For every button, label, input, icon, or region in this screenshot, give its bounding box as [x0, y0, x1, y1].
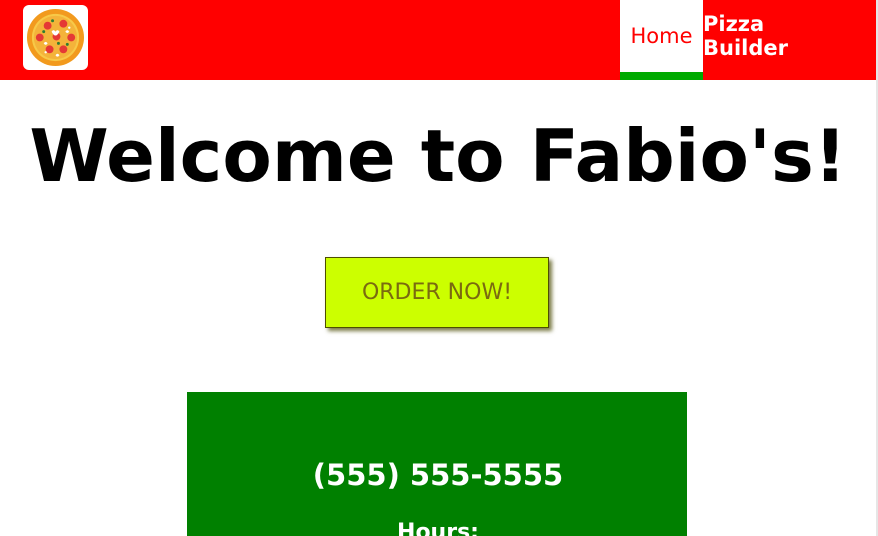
nav-item-home[interactable]: Home	[620, 0, 703, 80]
navbar: Home Pizza Builder	[0, 0, 876, 80]
nav-item-pizza-builder[interactable]: Pizza Builder	[703, 0, 851, 72]
phone-number[interactable]: (555) 555-5555	[0, 456, 876, 494]
logo[interactable]	[23, 5, 88, 70]
page-title: Welcome to Fabio's!	[29, 114, 847, 198]
page: Home Pizza Builder Welcome to Fabio's! O…	[0, 0, 878, 536]
order-now-button[interactable]: ORDER NOW!	[325, 257, 549, 328]
pizza-icon	[26, 8, 85, 67]
hours-label: Hours:	[397, 520, 479, 536]
